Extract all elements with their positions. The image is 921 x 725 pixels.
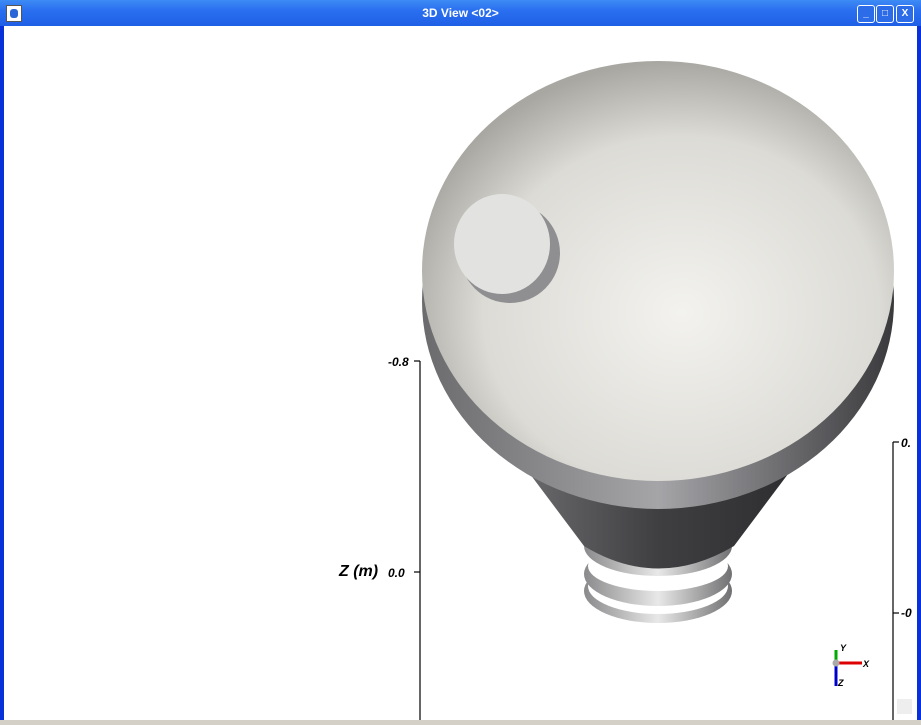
z-tick-label: -0.8 [388,355,409,369]
triad-y-label: Y [840,643,847,653]
triad-x-label: X [863,659,870,669]
3d-model [414,61,912,720]
window-border [0,720,921,725]
orientation-triad [832,650,862,686]
z-tick-label: 0.0 [388,566,405,580]
window: 3D View <02> _ □ X -0.8 0.0 Z (m) 0. -0 … [0,0,921,725]
3d-viewport[interactable]: -0.8 0.0 Z (m) 0. -0 Y X Z [4,26,917,720]
minimize-button[interactable]: _ [857,5,875,23]
z-axis-label: Z (m) [339,563,379,580]
right-tick-label: 0. [901,436,912,450]
window-title: 3D View <02> [422,6,499,20]
nozzle-top [454,194,550,294]
maximize-button[interactable]: □ [876,5,894,23]
triad-z-label: Z [838,678,844,688]
right-tick-label: -0 [901,606,912,620]
title-bar[interactable]: 3D View <02> _ □ X [0,0,921,26]
close-button[interactable]: X [896,5,914,23]
